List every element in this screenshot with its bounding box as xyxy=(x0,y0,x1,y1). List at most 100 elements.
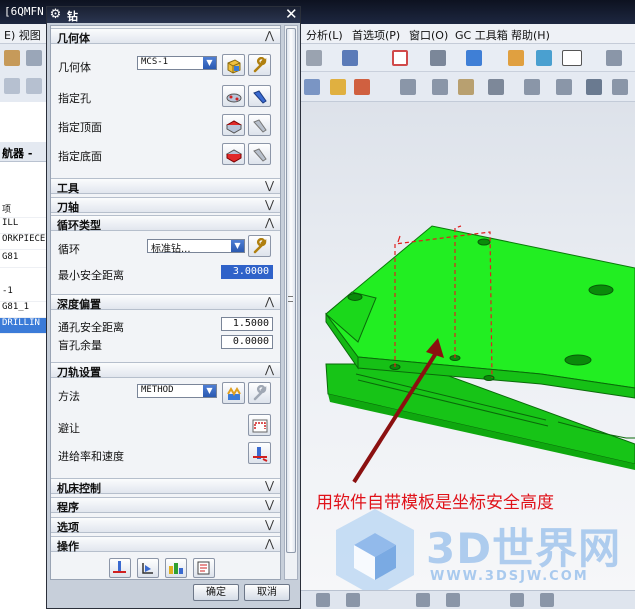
tool-icon[interactable] xyxy=(540,593,554,607)
chevron-down-icon[interactable]: ⋁ xyxy=(265,479,274,492)
menu-analysis[interactable]: 分析(L) xyxy=(306,27,343,43)
method-select[interactable]: METHOD ▼ xyxy=(137,384,217,398)
tool-icon[interactable] xyxy=(304,79,320,95)
chevron-up-icon[interactable]: ⋀ xyxy=(265,216,274,229)
tool-icon[interactable] xyxy=(330,79,346,95)
tool-icon[interactable] xyxy=(446,593,460,607)
tool-icon[interactable] xyxy=(586,79,602,95)
section-depth-offsets[interactable]: 深度偏置 ⋀ xyxy=(51,294,280,311)
flashlight-icon xyxy=(253,148,267,162)
geometry-select[interactable]: MCS-1 ▼ xyxy=(137,56,217,70)
section-actions[interactable]: 操作 ⋀ xyxy=(51,536,280,553)
chevron-down-icon[interactable]: ▼ xyxy=(203,57,216,69)
cancel-button[interactable]: 取消 xyxy=(244,584,290,601)
section-geometry[interactable]: 几何体 ⋀ xyxy=(51,28,280,45)
drill-dialog: ⚙ 钻 ✕ 几何体 ⋀ 几何体 MCS-1 ▼ 指定孔 指定顶面 指定底面 工具… xyxy=(46,5,301,609)
replay-button[interactable] xyxy=(137,558,159,578)
chevron-down-icon[interactable]: ⋁ xyxy=(265,179,274,192)
section-cycle-type[interactable]: 循环类型 ⋀ xyxy=(51,215,280,232)
verify-button[interactable] xyxy=(165,558,187,578)
ok-button[interactable]: 确定 xyxy=(193,584,239,601)
dialog-title: 钻 xyxy=(67,10,78,23)
display-bottom-button[interactable] xyxy=(248,143,271,165)
cube-icon[interactable] xyxy=(466,50,482,66)
menu-preferences[interactable]: 首选项(P) xyxy=(352,27,400,43)
display-top-button[interactable] xyxy=(248,114,271,136)
new-method-button[interactable] xyxy=(222,382,245,404)
tool-icon[interactable] xyxy=(416,593,430,607)
chevron-down-icon[interactable]: ⋁ xyxy=(265,198,274,211)
tool-icon[interactable] xyxy=(26,50,42,66)
tool-icon[interactable] xyxy=(606,50,622,66)
tool-icon[interactable] xyxy=(354,79,370,95)
chevron-up-icon[interactable]: ⋀ xyxy=(265,537,274,550)
render-icon[interactable] xyxy=(508,50,524,66)
tool-icon[interactable] xyxy=(432,79,448,95)
menu-help[interactable]: 帮助(H) xyxy=(511,27,550,43)
dialog-scrollbar[interactable] xyxy=(284,25,298,580)
navigator-row-selected[interactable]: DRILLIN xyxy=(0,318,50,334)
navigator-row[interactable]: G81 xyxy=(0,252,50,268)
tool-icon[interactable] xyxy=(556,79,572,95)
color-box-icon[interactable] xyxy=(562,50,582,66)
specify-holes-button[interactable] xyxy=(222,85,245,107)
tool-icon[interactable] xyxy=(524,79,540,95)
list-button[interactable] xyxy=(193,558,215,578)
chevron-down-icon[interactable]: ▼ xyxy=(203,385,216,397)
through-hole-clearance-input[interactable]: 1.5000 xyxy=(221,317,273,331)
specify-bottom-button[interactable] xyxy=(222,143,245,165)
avoidance-button[interactable] xyxy=(248,414,271,436)
chevron-down-icon[interactable]: ▼ xyxy=(231,240,244,252)
new-geometry-button[interactable] xyxy=(222,54,245,76)
specify-top-button[interactable] xyxy=(222,114,245,136)
chevron-up-icon[interactable]: ⋀ xyxy=(265,29,274,42)
generate-button[interactable] xyxy=(109,558,131,578)
section-program[interactable]: 程序 ⋁ xyxy=(51,497,280,514)
gear-icon[interactable]: ⚙ xyxy=(48,7,63,22)
chevron-down-icon[interactable]: ⋁ xyxy=(265,518,274,531)
edit-method-button[interactable] xyxy=(248,382,271,404)
tool-icon[interactable] xyxy=(4,78,20,94)
min-clearance-input[interactable]: 3.0000 xyxy=(221,265,273,279)
chevron-up-icon[interactable]: ⋀ xyxy=(265,295,274,308)
tool-icon[interactable] xyxy=(458,79,474,95)
cycle-select[interactable]: 标准钻... ▼ xyxy=(147,239,245,255)
navigator-header: 航器 - xyxy=(0,142,50,162)
edit-cycle-button[interactable] xyxy=(248,235,271,257)
folder-icon[interactable] xyxy=(4,50,20,66)
flashlight-icon xyxy=(253,119,267,133)
tool-icon[interactable] xyxy=(316,593,330,607)
section-tool-axis[interactable]: 刀轴 ⋁ xyxy=(51,197,280,214)
navigator-row[interactable]: -1 xyxy=(0,286,50,302)
menu-gc-toolbox[interactable]: GC 工具箱 xyxy=(455,27,508,43)
chevron-up-icon[interactable]: ⋀ xyxy=(265,363,274,376)
blind-hole-stock-input[interactable]: 0.0000 xyxy=(221,335,273,349)
view-icon[interactable] xyxy=(430,50,446,66)
navigator-row[interactable]: G81_1 xyxy=(0,302,50,318)
edit-geometry-button[interactable] xyxy=(248,54,271,76)
section-options[interactable]: 选项 ⋁ xyxy=(51,517,280,534)
tool-icon[interactable] xyxy=(400,79,416,95)
selection-icon[interactable] xyxy=(342,50,358,66)
scrollbar-thumb[interactable] xyxy=(286,28,296,553)
display-holes-button[interactable] xyxy=(248,85,271,107)
navigator-row[interactable]: 项 xyxy=(0,202,50,218)
menu-window[interactable]: 窗口(O) xyxy=(409,27,448,43)
tool-icon[interactable] xyxy=(346,593,360,607)
feeds-speeds-button[interactable] xyxy=(248,442,271,464)
layer-icon[interactable] xyxy=(536,50,552,66)
chevron-down-icon[interactable]: ⋁ xyxy=(265,498,274,511)
tool-icon[interactable] xyxy=(488,79,504,95)
fit-icon[interactable] xyxy=(392,50,408,66)
section-machine-control[interactable]: 机床控制 ⋁ xyxy=(51,478,280,495)
section-path-settings[interactable]: 刀轨设置 ⋀ xyxy=(51,362,280,379)
navigator-row[interactable]: ILL xyxy=(0,218,50,234)
transform-icon[interactable] xyxy=(306,50,322,66)
tool-icon[interactable] xyxy=(612,79,628,95)
menu-edit-view[interactable]: E) 视图 xyxy=(4,27,41,43)
section-tool[interactable]: 工具 ⋁ xyxy=(51,178,280,195)
tool-icon[interactable] xyxy=(26,78,42,94)
tool-icon[interactable] xyxy=(510,593,524,607)
close-icon[interactable]: ✕ xyxy=(285,5,298,23)
navigator-row[interactable]: ORKPIECE xyxy=(0,234,50,250)
